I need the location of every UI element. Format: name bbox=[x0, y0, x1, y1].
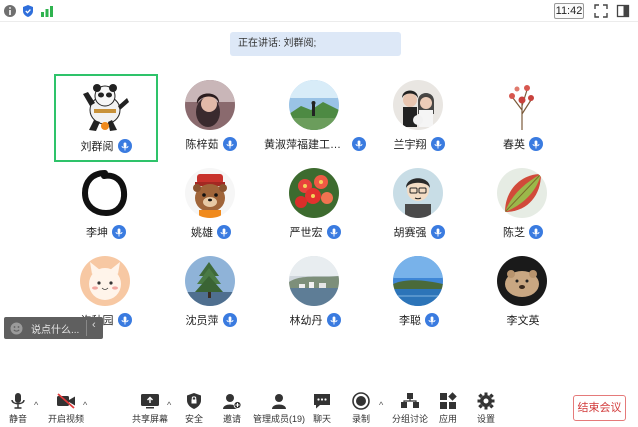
apps-button[interactable]: 应用 bbox=[438, 392, 458, 425]
avatar bbox=[289, 80, 339, 130]
microphone-icon[interactable] bbox=[326, 313, 341, 327]
participant-tile[interactable]: 李坤 bbox=[54, 162, 158, 250]
microphone-icon[interactable] bbox=[117, 313, 132, 327]
avatar bbox=[497, 80, 547, 130]
mute-button[interactable]: 静音 bbox=[8, 392, 28, 425]
participant-name: 刘群阅 bbox=[56, 139, 156, 153]
avatar bbox=[185, 256, 235, 306]
avatar bbox=[393, 256, 443, 306]
participant-name: 姚雄 bbox=[159, 225, 263, 239]
chevron-up-icon[interactable]: ^ bbox=[83, 400, 87, 410]
top-status-bar: 11:42 bbox=[0, 0, 638, 22]
avatar bbox=[80, 168, 130, 218]
chat-placeholder: 说点什么... bbox=[31, 324, 80, 336]
microphone-icon[interactable] bbox=[430, 225, 445, 239]
chat-icon bbox=[314, 394, 330, 409]
shield-icon[interactable] bbox=[21, 4, 35, 18]
share-screen-icon bbox=[141, 394, 159, 409]
shield-icon bbox=[187, 393, 201, 409]
participant-name: 严世宏 bbox=[263, 225, 367, 239]
avatar bbox=[497, 168, 547, 218]
end-meeting-button[interactable]: 结束会议 bbox=[573, 395, 626, 421]
participant-name: 李坤 bbox=[54, 225, 158, 239]
avatar bbox=[185, 168, 235, 218]
microphone-icon[interactable] bbox=[529, 225, 543, 239]
meeting-clock: 11:42 bbox=[554, 3, 584, 19]
participant-tile[interactable]: 兰宇翔 bbox=[367, 74, 471, 162]
participant-name: 沈员萍 bbox=[159, 313, 263, 327]
participant-tile[interactable]: 林幼丹 bbox=[263, 250, 367, 338]
chevron-up-icon[interactable]: ^ bbox=[379, 400, 383, 410]
signal-icon[interactable] bbox=[40, 4, 54, 18]
participant-tile[interactable]: 陈梓茹 bbox=[159, 74, 263, 162]
chevron-up-icon[interactable]: ^ bbox=[34, 400, 38, 410]
fullscreen-icon[interactable] bbox=[594, 4, 608, 18]
video-off-icon bbox=[57, 393, 75, 409]
participant-name: 兰宇翔 bbox=[367, 137, 471, 151]
microphone-icon bbox=[11, 393, 25, 409]
participant-tile[interactable]: 刘群阅 bbox=[54, 74, 158, 162]
avatar bbox=[393, 168, 443, 218]
participant-name: 黄淑萍福建工程... bbox=[263, 137, 367, 151]
avatar bbox=[497, 256, 547, 306]
microphone-icon[interactable] bbox=[117, 139, 132, 153]
emoji-icon[interactable] bbox=[10, 322, 23, 335]
participant-tile[interactable]: 李聪 bbox=[367, 250, 471, 338]
microphone-icon[interactable] bbox=[217, 225, 231, 239]
participant-tile[interactable]: 沈员萍 bbox=[159, 250, 263, 338]
avatar bbox=[185, 80, 235, 130]
chat-input-hint[interactable]: 说点什么... ‹ bbox=[4, 317, 103, 339]
collapse-arrow-icon[interactable]: ‹ bbox=[92, 319, 96, 331]
participant-name: 李文英 bbox=[506, 315, 540, 327]
chevron-up-icon[interactable]: ^ bbox=[167, 400, 171, 410]
participant-name: 陈芝 bbox=[471, 225, 575, 239]
microphone-icon[interactable] bbox=[425, 313, 439, 327]
microphone-icon[interactable] bbox=[326, 225, 341, 239]
avatar bbox=[80, 80, 130, 131]
participant-tile[interactable]: 严世宏 bbox=[263, 162, 367, 250]
participants-icon bbox=[272, 394, 286, 409]
microphone-icon[interactable] bbox=[430, 137, 445, 151]
participant-name: 林幼丹 bbox=[263, 313, 367, 327]
participant-tile[interactable]: 陈芝 bbox=[471, 162, 575, 250]
record-icon bbox=[352, 392, 370, 410]
avatar bbox=[289, 256, 339, 306]
divider bbox=[86, 320, 87, 336]
manage-participants-button[interactable]: 管理成员(19) bbox=[253, 392, 305, 425]
avatar bbox=[289, 168, 339, 218]
participant-name: 春英 bbox=[471, 137, 575, 151]
record-button[interactable]: 录制 bbox=[351, 392, 371, 425]
participant-name: 李聪 bbox=[367, 313, 471, 327]
window-layout-icon[interactable] bbox=[616, 4, 630, 18]
gear-icon bbox=[477, 392, 495, 410]
invite-button[interactable]: 邀请 bbox=[222, 392, 242, 425]
participant-tile[interactable]: 黄淑萍福建工程... bbox=[263, 74, 367, 162]
participant-tile[interactable]: 胡赛强 bbox=[367, 162, 471, 250]
microphone-icon[interactable] bbox=[529, 137, 543, 151]
info-icon[interactable] bbox=[3, 4, 17, 18]
add-user-icon bbox=[223, 394, 242, 409]
avatar bbox=[393, 80, 443, 130]
microphone-icon[interactable] bbox=[352, 137, 366, 151]
microphone-icon[interactable] bbox=[222, 313, 237, 327]
settings-button[interactable]: 设置 bbox=[476, 392, 496, 425]
meeting-toolbar: 静音 ^ 开启视频 ^ 共享屏幕 ^ 安全 邀请 管理成员(19) 聊天 录制 … bbox=[0, 386, 638, 427]
participant-name: 胡赛强 bbox=[367, 225, 471, 239]
share-screen-button[interactable]: 共享屏幕 bbox=[132, 392, 168, 425]
security-button[interactable]: 安全 bbox=[184, 392, 204, 425]
microphone-icon[interactable] bbox=[112, 225, 126, 239]
apps-icon bbox=[440, 392, 457, 409]
participant-name: 陈梓茹 bbox=[159, 137, 263, 151]
breakout-rooms-button[interactable]: 分组讨论 bbox=[392, 392, 428, 425]
breakout-icon bbox=[401, 393, 419, 408]
participant-tile[interactable]: 李文英 bbox=[471, 250, 575, 338]
chat-button[interactable]: 聊天 bbox=[312, 392, 332, 425]
avatar bbox=[80, 256, 130, 306]
participant-tile[interactable]: 姚雄 bbox=[159, 162, 263, 250]
active-speaker-banner: 正在讲话: 刘群阅; bbox=[230, 32, 401, 56]
participant-tile[interactable]: 春英 bbox=[471, 74, 575, 162]
microphone-icon[interactable] bbox=[222, 137, 237, 151]
start-video-button[interactable]: 开启视频 bbox=[48, 392, 84, 425]
